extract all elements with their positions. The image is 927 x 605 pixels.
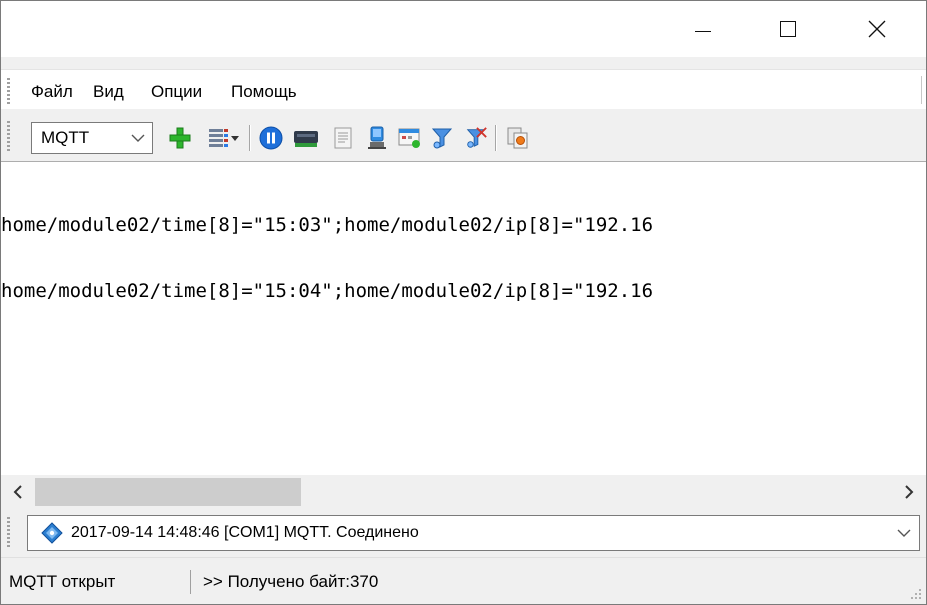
resize-grip-icon[interactable] [908,586,922,600]
eventbar-grip[interactable] [7,517,10,549]
menubar-edge [921,76,922,104]
message-log[interactable]: home/module02/time[8]="15:03";home/modul… [1,161,926,475]
minimize-icon [695,30,711,32]
port-icon[interactable] [291,126,321,150]
chevron-down-icon [889,528,919,538]
close-button[interactable] [847,1,907,57]
pause-icon[interactable] [259,126,283,150]
chevron-right-icon [905,485,914,499]
chevron-down-icon [124,123,152,153]
columns-dropdown-icon[interactable] [207,126,241,150]
filter-icon[interactable] [431,126,455,150]
export-icon[interactable] [506,126,530,150]
toolbar-grip[interactable] [7,121,10,153]
log-line: home/module02/time[8]="15:04";home/modul… [1,280,654,302]
chevron-left-icon [13,485,22,499]
add-icon[interactable] [168,126,192,150]
maximize-icon [780,21,796,37]
event-select[interactable]: 2017-09-14 14:48:46 [COM1] MQTT. Соедине… [27,515,920,551]
device-icon[interactable] [365,126,389,150]
info-diamond-icon [41,522,63,544]
log-line: home/module02/time[8]="15:03";home/modul… [1,214,654,236]
connection-status: MQTT открыт [9,572,116,591]
toolbar-separator [495,125,496,151]
event-select-value: 2017-09-14 14:48:46 [COM1] MQTT. Соедине… [71,524,419,541]
filter-remove-icon[interactable] [464,126,488,150]
event-bar: 2017-09-14 14:48:46 [COM1] MQTT. Соедине… [1,509,926,557]
protocol-select[interactable]: MQTT [31,122,153,154]
close-icon [868,20,886,38]
menu-options[interactable]: Опции [151,82,202,102]
title-bar [1,1,926,57]
toolbar: MQTT [1,113,926,159]
menubar-grip[interactable] [7,78,10,104]
app-window: Файл Вид Опции Помощь MQTT home/module02… [0,0,927,605]
menu-help[interactable]: Помощь [231,82,297,102]
maximize-button[interactable] [758,1,818,57]
menu-view[interactable]: Вид [93,82,124,102]
received-bytes: >> Получено байт:370 [203,572,379,591]
toolbar-separator [249,125,250,151]
scroll-left-button[interactable] [1,475,35,509]
document-icon[interactable] [331,126,355,150]
statusbar-separator [190,570,191,594]
scroll-thumb[interactable] [35,478,301,506]
horizontal-scrollbar[interactable] [1,475,926,509]
menu-file[interactable]: Файл [31,82,73,102]
minimize-button[interactable] [673,1,733,57]
status-bar: MQTT открыт >> Получено байт:370 [1,557,926,604]
menu-bar: Файл Вид Опции Помощь [1,69,926,109]
scroll-right-button[interactable] [892,475,926,509]
calendar-window-icon[interactable] [398,126,422,150]
protocol-select-value: MQTT [41,128,90,147]
